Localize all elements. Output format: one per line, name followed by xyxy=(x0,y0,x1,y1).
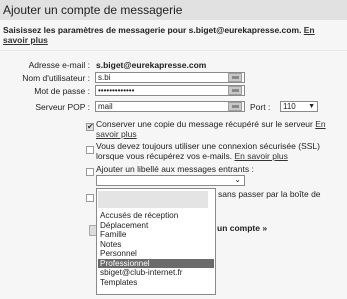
port-label: Port : xyxy=(250,102,271,112)
pop-server-field[interactable]: mail xyxy=(95,101,245,112)
keep-copy-option: Conserver une copie du message récupéré … xyxy=(96,119,341,139)
email-value: s.biget@eurekapresse.com xyxy=(96,60,207,70)
instructions: Saisissez les paramètres de messagerie p… xyxy=(3,25,341,45)
list-item[interactable]: Personnel xyxy=(98,249,214,259)
list-item[interactable]: Famille xyxy=(98,230,214,240)
password-manager-icon[interactable] xyxy=(228,102,242,111)
blank-option[interactable] xyxy=(98,191,208,208)
pop-server-value: mail xyxy=(98,102,113,111)
email-label: Adresse e-mail : xyxy=(28,60,90,70)
password-value: ••••••••••••• xyxy=(98,86,135,95)
archive-checkbox[interactable] xyxy=(86,194,94,202)
label-dropdown-list[interactable]: Accusés de réception Déplacement Famille… xyxy=(96,188,216,295)
port-select[interactable]: 110 ▼ xyxy=(280,101,318,112)
list-item-selected[interactable]: Professionnel xyxy=(98,258,214,268)
add-label-checkbox[interactable] xyxy=(86,168,94,176)
instructions-text: Saisissez les paramètres de messagerie p… xyxy=(3,25,302,35)
password-manager-icon[interactable] xyxy=(228,73,242,82)
port-value: 110 xyxy=(283,102,296,111)
list-item[interactable]: Accusés de réception xyxy=(98,211,214,221)
page-title: Ajouter un compte de messagerie xyxy=(0,0,347,20)
keep-copy-text: Conserver une copie du message récupéré … xyxy=(96,119,313,129)
divider xyxy=(0,50,347,51)
password-manager-icon[interactable] xyxy=(228,86,242,95)
password-label: Mot de passe : xyxy=(34,86,90,96)
username-field[interactable]: s.bi xyxy=(95,72,245,83)
add-label-text: Ajouter un libellé aux messages entrants… xyxy=(96,164,254,174)
pop-server-label: Serveur POP : xyxy=(35,102,90,112)
list-item[interactable]: sbiget@club-internet.fr xyxy=(98,268,214,278)
ssl-checkbox[interactable] xyxy=(86,146,94,154)
list-item[interactable]: Templates xyxy=(98,278,214,288)
label-select[interactable]: ⌄ xyxy=(96,175,245,186)
ssl-option: Vous devez toujours utiliser une connexi… xyxy=(96,141,341,161)
username-value: s.bi xyxy=(98,73,111,82)
chevron-down-icon: ⌄ xyxy=(234,175,241,184)
add-account-button[interactable]: un compte » xyxy=(217,223,267,233)
list-item[interactable]: Déplacement xyxy=(98,221,214,231)
chevron-down-icon: ▼ xyxy=(308,103,315,110)
username-label: Nom d'utilisateur : xyxy=(22,73,90,83)
password-field[interactable]: ••••••••••••• xyxy=(95,85,245,96)
keep-copy-checkbox[interactable] xyxy=(86,122,94,131)
archive-text: sans passer par la boîte de xyxy=(218,189,321,199)
list-item[interactable]: Notes xyxy=(98,240,214,250)
ssl-learn-more-link[interactable]: En savoir plus xyxy=(234,151,287,161)
